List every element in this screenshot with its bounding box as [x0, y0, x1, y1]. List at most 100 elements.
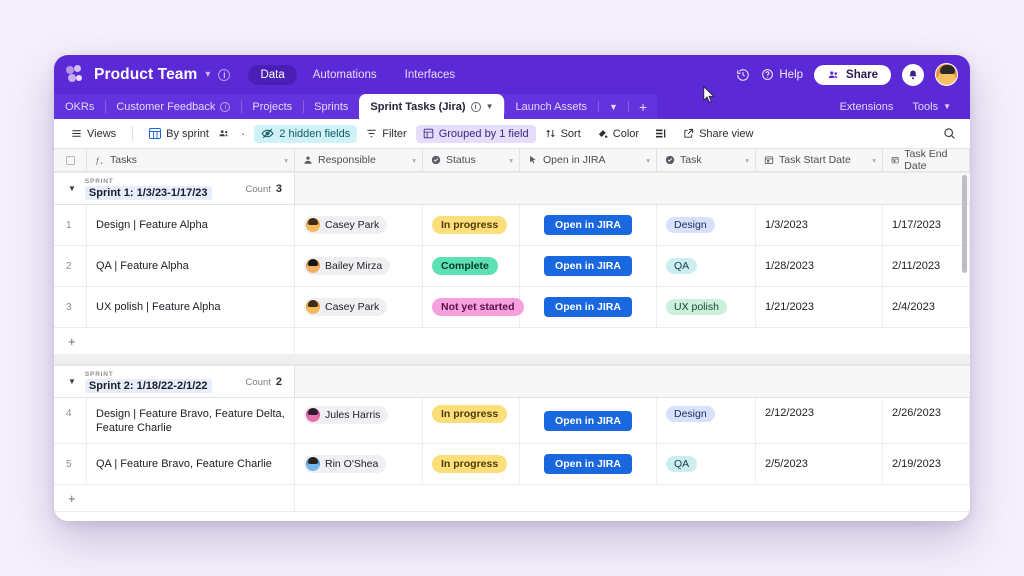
- top-nav-interfaces[interactable]: Interfaces: [393, 65, 468, 85]
- group-header-sprint-2[interactable]: ▼ SPRINT Sprint 2: 1/18/22-2/1/22 Count …: [54, 365, 970, 398]
- cell-open-in-jira[interactable]: Open in JIRA: [520, 205, 657, 245]
- cell-start-date[interactable]: 1/28/2023: [756, 246, 883, 286]
- cell-start-date[interactable]: 1/3/2023: [756, 205, 883, 245]
- chevron-down-icon[interactable]: ▾: [205, 69, 210, 80]
- extensions-button[interactable]: Extensions: [831, 101, 903, 113]
- group-header-sprint-1[interactable]: ▼ SPRINT Sprint 1: 1/3/23-1/17/23 Count …: [54, 172, 970, 205]
- table-row[interactable]: 3 UX polish | Feature Alpha Casey Park N…: [54, 287, 970, 328]
- avatar[interactable]: [935, 63, 958, 86]
- group-add-row-2[interactable]: +: [54, 485, 970, 512]
- tab-okrs[interactable]: OKRs: [54, 94, 105, 119]
- cell-start-date[interactable]: 2/5/2023: [756, 444, 883, 484]
- tab-customer-feedback[interactable]: Customer Feedback i: [105, 94, 241, 119]
- info-icon[interactable]: i: [218, 68, 231, 81]
- open-in-jira-button[interactable]: Open in JIRA: [544, 454, 632, 474]
- view-collaborators-icon[interactable]: [218, 125, 237, 142]
- cell-responsible[interactable]: Bailey Mirza: [295, 246, 423, 286]
- table-row[interactable]: 2 QA | Feature Alpha Bailey Mirza Comple…: [54, 246, 970, 287]
- chevron-down-icon[interactable]: ▾: [646, 156, 650, 165]
- cell-open-in-jira[interactable]: Open in JIRA: [520, 246, 657, 286]
- table-row[interactable]: 1 Design | Feature Alpha Casey Park In p…: [54, 205, 970, 246]
- share-view-button[interactable]: Share view: [676, 125, 760, 143]
- table-row[interactable]: 4 Design | Feature Bravo, Feature Delta,…: [54, 398, 970, 444]
- cell-task[interactable]: Design | Feature Bravo, Feature Delta, F…: [87, 398, 295, 443]
- cell-open-in-jira[interactable]: Open in JIRA: [520, 287, 657, 327]
- cell-task[interactable]: UX polish | Feature Alpha: [87, 287, 295, 327]
- open-in-jira-button[interactable]: Open in JIRA: [544, 256, 632, 276]
- chevron-down-icon[interactable]: ▾: [872, 156, 876, 165]
- row-height-icon[interactable]: [648, 125, 674, 142]
- cell-open-in-jira[interactable]: Open in JIRA: [520, 398, 657, 443]
- current-view-button[interactable]: By sprint: [142, 125, 216, 143]
- field-header-task[interactable]: Task ▾: [657, 149, 756, 171]
- cell-task-tag[interactable]: QA: [657, 246, 756, 286]
- cell-status[interactable]: In progress: [423, 444, 520, 484]
- cell-status[interactable]: Complete: [423, 246, 520, 286]
- field-header-responsible[interactable]: Responsible ▾: [295, 149, 423, 171]
- notification-bell-icon[interactable]: [902, 63, 924, 86]
- cell-task-tag[interactable]: QA: [657, 444, 756, 484]
- cell-responsible[interactable]: Casey Park: [295, 205, 423, 245]
- top-nav-data[interactable]: Data: [248, 64, 297, 85]
- sort-button[interactable]: Sort: [538, 125, 588, 143]
- tools-button[interactable]: Tools ▼: [903, 101, 960, 113]
- cell-task-tag[interactable]: Design: [657, 398, 756, 443]
- cell-end-date[interactable]: 2/19/2023: [883, 444, 970, 484]
- hidden-fields-button[interactable]: 2 hidden fields: [254, 124, 358, 143]
- search-button[interactable]: [936, 124, 960, 143]
- cell-end-date[interactable]: 1/17/2023: [883, 205, 970, 245]
- field-header-task-end-date[interactable]: Task End Date: [883, 149, 970, 172]
- field-header-status[interactable]: Status ▾: [423, 149, 520, 171]
- cell-status[interactable]: In progress: [423, 205, 520, 245]
- tab-launch-assets[interactable]: Launch Assets: [504, 94, 598, 119]
- cell-start-date[interactable]: 1/21/2023: [756, 287, 883, 327]
- chevron-down-icon[interactable]: ▾: [412, 156, 416, 165]
- cell-end-date[interactable]: 2/4/2023: [883, 287, 970, 327]
- tab-overflow-chevron-down-icon[interactable]: ▼: [599, 94, 628, 119]
- add-table-plus-icon[interactable]: +: [629, 94, 657, 119]
- vertical-scrollbar[interactable]: [962, 175, 967, 273]
- color-button[interactable]: Color: [590, 125, 646, 143]
- cell-status[interactable]: In progress: [423, 398, 520, 443]
- field-header-tasks[interactable]: fx Tasks ▾: [87, 149, 295, 171]
- open-in-jira-button[interactable]: Open in JIRA: [544, 215, 632, 235]
- history-clock-icon[interactable]: [736, 68, 750, 82]
- select-all-checkbox[interactable]: [54, 149, 87, 171]
- cell-task[interactable]: Design | Feature Alpha: [87, 205, 295, 245]
- tab-sprints[interactable]: Sprints: [303, 94, 359, 119]
- cell-status[interactable]: Not yet started: [423, 287, 524, 327]
- cell-open-in-jira[interactable]: Open in JIRA: [520, 444, 657, 484]
- share-button[interactable]: Share: [814, 64, 891, 85]
- cell-task[interactable]: QA | Feature Alpha: [87, 246, 295, 286]
- cell-start-date[interactable]: 2/12/2023: [756, 398, 883, 443]
- cell-end-date[interactable]: 2/11/2023: [883, 246, 970, 286]
- plus-icon[interactable]: +: [54, 485, 295, 511]
- open-in-jira-button[interactable]: Open in JIRA: [544, 410, 632, 431]
- view-more-ellipsis-icon[interactable]: ·: [239, 127, 252, 140]
- views-button[interactable]: Views: [64, 125, 123, 143]
- cell-task-tag[interactable]: UX polish: [657, 287, 756, 327]
- field-header-task-start-date[interactable]: Task Start Date ▾: [756, 149, 883, 171]
- triangle-down-icon[interactable]: ▼: [68, 377, 76, 386]
- cell-responsible[interactable]: Rin O'Shea: [295, 444, 423, 484]
- cell-end-date[interactable]: 2/26/2023: [883, 398, 970, 443]
- table-row[interactable]: 5 QA | Feature Bravo, Feature Charlie Ri…: [54, 444, 970, 485]
- group-button[interactable]: Grouped by 1 field: [415, 124, 536, 143]
- cell-task[interactable]: QA | Feature Bravo, Feature Charlie: [87, 444, 295, 484]
- tab-projects[interactable]: Projects: [241, 94, 303, 119]
- chevron-down-icon[interactable]: ▼: [486, 102, 494, 111]
- plus-icon[interactable]: +: [54, 328, 295, 354]
- top-nav-automations[interactable]: Automations: [301, 65, 389, 85]
- triangle-down-icon[interactable]: ▼: [68, 184, 76, 193]
- field-header-open-in-jira[interactable]: Open in JIRA ▾: [520, 149, 657, 171]
- help-button[interactable]: Help: [761, 68, 803, 81]
- chevron-down-icon[interactable]: ▾: [745, 156, 749, 165]
- chevron-down-icon[interactable]: ▾: [509, 156, 513, 165]
- cell-task-tag[interactable]: Design: [657, 205, 756, 245]
- open-in-jira-button[interactable]: Open in JIRA: [544, 297, 632, 317]
- tab-sprint-tasks-jira[interactable]: Sprint Tasks (Jira) i ▼: [359, 94, 505, 119]
- group-add-row-1[interactable]: +: [54, 328, 970, 355]
- cell-responsible[interactable]: Casey Park: [295, 287, 423, 327]
- filter-button[interactable]: Filter: [359, 125, 413, 143]
- chevron-down-icon[interactable]: ▾: [284, 156, 288, 165]
